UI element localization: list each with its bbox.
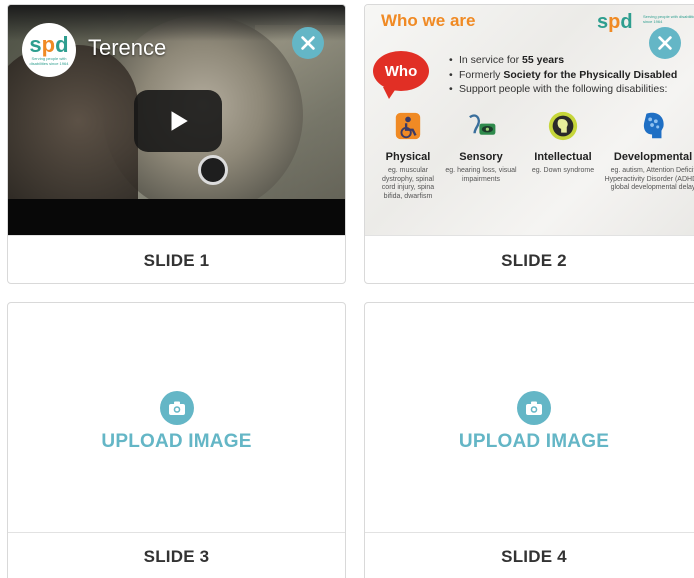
close-icon: [658, 36, 672, 50]
category-sensory: Sensory eg. hearing loss, visual impairm…: [445, 109, 517, 184]
bullet-item: In service for 55 years: [449, 53, 677, 68]
video-bottom-bar: [8, 199, 345, 235]
category-examples: eg. muscular dystrophy, spinal cord inju…: [381, 167, 435, 200]
upload-image-area[interactable]: UPLOAD IMAGE: [365, 303, 694, 532]
remove-slide-1-button[interactable]: [292, 27, 324, 59]
category-examples: eg. autism, Attention Deficit Hyperactiv…: [604, 167, 694, 191]
bullet-item: Formerly Society for the Physically Disa…: [449, 68, 677, 83]
category-name: Developmental: [613, 151, 693, 163]
watch: [198, 155, 228, 185]
play-button[interactable]: [134, 90, 222, 152]
upload-image-label[interactable]: UPLOAD IMAGE: [101, 431, 251, 453]
play-icon: [171, 111, 188, 131]
logo-tagline: Serving people with disabilities since 1…: [29, 56, 69, 66]
bullet-list: In service for 55 years Formerly Society…: [439, 53, 677, 97]
category-name: Sensory: [459, 151, 503, 163]
category-intellectual: Intellectual eg. Down syndrome: [525, 109, 601, 176]
slide-caption: SLIDE 3: [8, 532, 345, 578]
slides-grid: spd Serving people with disabilities sin…: [0, 0, 694, 578]
category-name: Intellectual: [534, 151, 592, 163]
head-icon: [547, 109, 579, 143]
slide-card-2[interactable]: Who we are spd Serving people with disab…: [364, 4, 694, 284]
slide-card-1[interactable]: spd Serving people with disabilities sin…: [7, 4, 346, 284]
upload-image-label[interactable]: UPLOAD IMAGE: [459, 431, 609, 453]
remove-slide-2-button[interactable]: [649, 27, 681, 59]
slide-logo: spd: [597, 11, 633, 33]
category-developmental: Developmental eg. autism, Attention Defi…: [603, 109, 694, 193]
slide-card-4[interactable]: UPLOAD IMAGE SLIDE 4: [364, 302, 694, 578]
ear-eye-icon: [465, 109, 497, 143]
video-thumbnail[interactable]: spd Serving people with disabilities sin…: [8, 5, 345, 235]
bullet-item: Support people with the following disabi…: [449, 82, 677, 97]
slide-caption: SLIDE 2: [365, 235, 694, 283]
slide-caption: SLIDE 1: [8, 235, 345, 283]
wheelchair-icon: [392, 109, 424, 143]
brain-head-icon: [637, 109, 669, 143]
close-icon: [301, 36, 315, 50]
camera-icon: [159, 390, 194, 425]
category-physical: Physical eg. muscular dystrophy, spinal …: [379, 109, 437, 201]
slide-image[interactable]: Who we are spd Serving people with disab…: [365, 5, 694, 235]
category-examples: eg. Down syndrome: [531, 167, 595, 174]
channel-logo[interactable]: spd Serving people with disabilities sin…: [22, 23, 76, 77]
video-title[interactable]: Terence: [88, 35, 166, 61]
slide-caption: SLIDE 4: [365, 532, 694, 578]
who-bubble: Who: [373, 51, 429, 99]
slide-heading: Who we are: [381, 11, 476, 30]
upload-image-area[interactable]: UPLOAD IMAGE: [8, 303, 345, 532]
disability-categories: Physical eg. muscular dystrophy, spinal …: [365, 109, 694, 235]
slide-card-3[interactable]: UPLOAD IMAGE SLIDE 3: [7, 302, 346, 578]
category-examples: eg. hearing loss, visual impairments: [445, 167, 517, 183]
camera-icon: [517, 390, 551, 425]
category-name: Physical: [385, 151, 431, 163]
logo-wordmark: spd: [29, 32, 69, 57]
slide-logo-tagline: Serving people with disabilities since 1…: [643, 14, 694, 24]
